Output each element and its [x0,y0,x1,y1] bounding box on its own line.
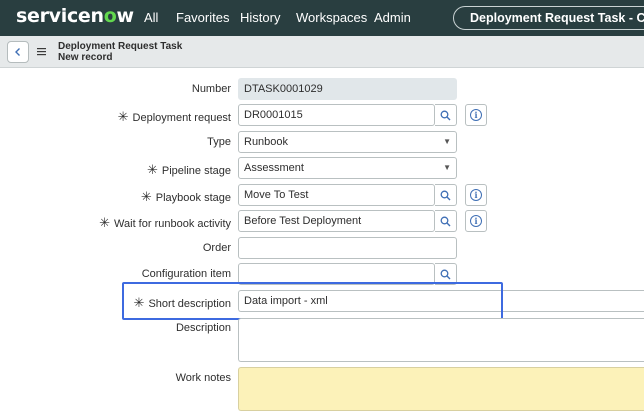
info-icon: i [470,189,482,201]
playbook-stage-label: ✳ Playbook stage [140,189,231,204]
deployment-request-lookup-button[interactable] [435,104,457,126]
info-icon: i [470,109,482,121]
wait-for-runbook-label: ✳ Wait for runbook activity [99,215,231,230]
required-marker: ✳ [146,162,158,177]
description-textarea[interactable] [238,318,644,362]
chevron-down-icon: ▼ [443,137,451,146]
pipeline-stage-label: ✳ Pipeline stage [146,162,231,177]
wait-for-runbook-info-button[interactable]: i [465,210,487,232]
back-button[interactable] [7,41,29,63]
nav-workspaces[interactable]: Workspaces [296,10,367,25]
nav-all[interactable]: All [144,10,158,25]
search-icon [440,190,451,200]
form-title-line1: Deployment Request Task [58,41,183,52]
type-select[interactable]: Runbook ▼ [238,131,457,153]
deployment-request-label: ✳ Deployment request [117,109,231,124]
pipeline-stage-value: Assessment [244,162,304,174]
hamburger-icon[interactable] [37,44,47,59]
wait-for-runbook-input[interactable]: Before Test Deployment [238,210,435,232]
work-notes-label: Work notes [175,372,231,384]
type-label: Type [207,136,231,148]
form-title-line2: New record [58,52,113,63]
focus-highlight-box [122,282,503,320]
required-marker: ✳ [99,215,111,230]
wait-for-runbook-lookup-button[interactable] [435,210,457,232]
playbook-stage-lookup-button[interactable] [435,184,457,206]
record-context-pill[interactable]: Deployment Request Task - Create [453,6,644,30]
deployment-request-info-button[interactable]: i [465,104,487,126]
configuration-item-label: Configuration item [141,268,231,280]
form-title: Deployment Request Task New record [58,41,182,63]
playbook-stage-info-button[interactable]: i [465,184,487,206]
top-nav: servicenow All Favorites History Workspa… [0,0,644,36]
search-icon [440,216,451,226]
type-value: Runbook [244,136,289,148]
deployment-request-input[interactable]: DR0001015 [238,104,435,126]
nav-admin[interactable]: Admin [374,10,411,25]
order-label: Order [202,242,231,254]
chevron-left-icon [15,48,20,56]
search-icon [440,110,451,120]
required-marker: ✳ [117,109,129,124]
required-marker: ✳ [140,189,152,204]
nav-history[interactable]: History [240,10,280,25]
pipeline-stage-select[interactable]: Assessment ▼ [238,157,457,179]
description-label: Description [175,322,231,334]
servicenow-logo[interactable]: servicenow [16,5,134,27]
playbook-stage-input[interactable]: Move To Test [238,184,435,206]
info-icon: i [470,215,482,227]
nav-favorites[interactable]: Favorites [176,10,229,25]
chevron-down-icon: ▼ [443,163,451,172]
form-header: Deployment Request Task New record [0,36,644,68]
search-icon [440,269,451,279]
number-label: Number [191,83,231,95]
work-notes-textarea[interactable] [238,367,644,411]
order-input[interactable] [238,237,457,259]
number-field[interactable]: DTASK0001029 [238,78,457,100]
